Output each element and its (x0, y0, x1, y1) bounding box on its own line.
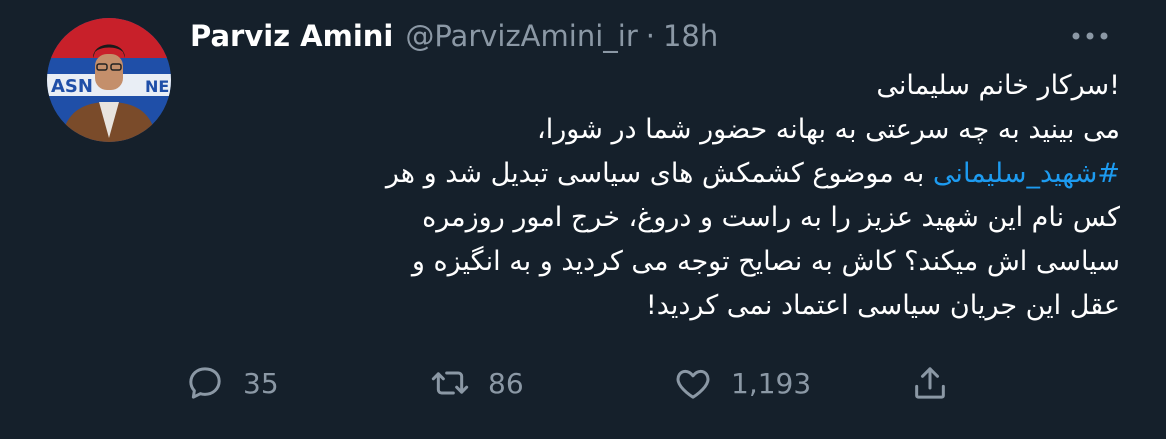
reply-button[interactable]: 35 (185, 355, 279, 411)
tweet-line-4: کس نام این شهید عزیز را به راست و دروغ، … (422, 202, 1120, 233)
tweet-line-2: می بینید به چه سرعتی به بهانه حضور شما د… (537, 114, 1120, 145)
retweet-count: 86 (488, 366, 524, 400)
avatar-banner-text-2: NE (145, 77, 169, 96)
retweet-icon (431, 371, 469, 395)
author-display-name[interactable]: Parviz Amini (190, 19, 393, 53)
tweet-line-3-text: به موضوع کشمکش های سیاسی تبدیل شد و هر (385, 158, 933, 189)
more-options-button[interactable] (1068, 22, 1112, 50)
tweet-line-6: عقل این جریان سیاسی اعتماد نمی کردید! (645, 290, 1120, 321)
tweet-timestamp[interactable]: 18h (663, 19, 718, 53)
author-handle[interactable]: @ParvizAmini_ir (405, 19, 637, 53)
tweet[interactable]: ASN NE Parviz Amini @ParvizAmini_ir · 18… (0, 0, 1166, 439)
tweet-actions: 35 86 1,193 (185, 355, 985, 411)
avatar-image: ASN NE (47, 18, 171, 142)
like-button[interactable]: 1,193 (673, 355, 811, 411)
share-button[interactable] (910, 355, 950, 411)
retweet-button[interactable]: 86 (430, 355, 524, 411)
share-icon (915, 367, 945, 399)
hashtag-link[interactable]: #شهید_سلیمانی (933, 158, 1120, 189)
avatar-banner-text: ASN (51, 76, 93, 97)
tweet-header: Parviz Amini @ParvizAmini_ir · 18h (190, 12, 718, 60)
avatar[interactable]: ASN NE (47, 18, 171, 142)
tweet-line-3: #شهید_سلیمانی به موضوع کشمکش های سیاسی ت… (190, 152, 1120, 196)
reply-count: 35 (243, 366, 279, 400)
heart-icon (676, 369, 710, 399)
reply-icon (189, 367, 221, 399)
header-separator: · (645, 19, 655, 53)
tweet-line-5: سیاسی اش میکند؟ کاش به نصایح توجه می کرد… (411, 246, 1120, 277)
tweet-text: !سرکار خانم سلیمانی می بینید به چه سرعتی… (190, 64, 1120, 328)
tweet-line-1: !سرکار خانم سلیمانی (876, 70, 1120, 101)
more-icon (1072, 32, 1108, 40)
like-count: 1,193 (731, 366, 812, 400)
